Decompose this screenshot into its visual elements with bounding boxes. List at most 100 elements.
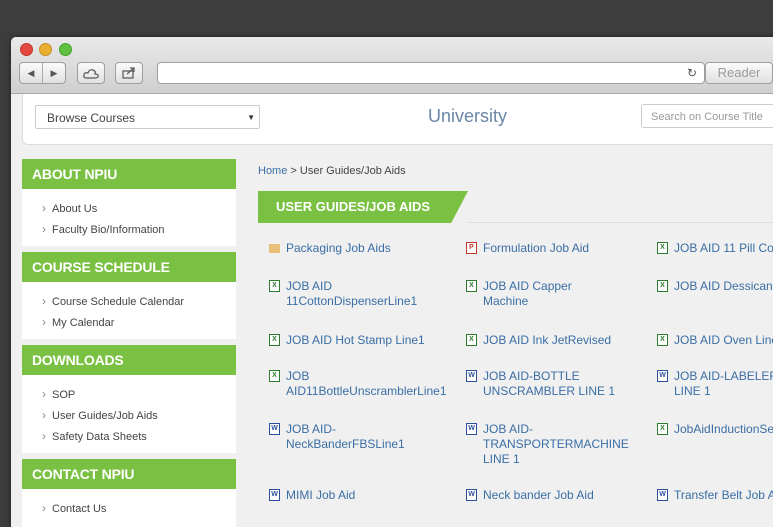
file-link[interactable]: X JOB AID 11CottonDispenserLine1 [269,279,451,309]
sidebar-link[interactable]: Contact Us [42,498,236,520]
xls-file-icon: X [269,334,280,346]
file-link[interactable]: X JOB AID11BottleUnscramblerLine1 [269,369,451,399]
browse-courses-select[interactable]: Browse Courses ▼ [35,105,260,129]
section-divider [468,222,773,223]
share-icon [116,63,142,83]
xls-file-icon: X [657,242,668,254]
close-window-button[interactable] [20,43,33,56]
forward-arrow-icon: ▶ [50,67,58,78]
sidebar-list: Course Schedule CalendarMy Calendar [22,282,236,339]
xls-file-icon: X [269,280,280,292]
site-title: University [428,106,508,126]
doc-file-icon: W [657,489,668,501]
file-link[interactable]: P Formulation Job Aid [466,241,616,256]
sidebar-list: About UsFaculty Bio/Information [22,189,236,246]
file-link[interactable]: X JOB AID Capper Machine [466,279,616,309]
browser-window: ◀ ▶ ↻ Reader Browse Courses ▼ University… [11,37,773,527]
sidebar-link[interactable]: My Calendar [42,312,236,334]
share-button[interactable] [115,62,143,84]
breadcrumb-current: User Guides/Job Aids [299,165,406,177]
zoom-window-button[interactable] [59,43,72,56]
sidebar-heading: CONTACT NPIU [22,459,236,489]
file-label: JOB AID11BottleUnscramblerLine1 [286,369,447,398]
file-label: JOB AID Hot Stamp Line1 [286,333,425,347]
course-search-input[interactable]: Search on Course Title [641,104,773,128]
file-link[interactable]: X JobAidInductionSealer [657,422,773,437]
file-label: Neck bander Job Aid [483,488,594,502]
file-label: JobAidInductionSealer [674,422,773,436]
sidebar-heading: COURSE SCHEDULE [22,252,236,282]
back-forward-group: ◀ ▶ [19,62,66,84]
main-content: Home > User Guides/Job Aids USER GUIDES/… [258,159,773,527]
file-link[interactable]: W Neck bander Job Aid [466,488,616,503]
file-link[interactable]: X JOB AID Dessicant [657,279,773,294]
sidebar-link[interactable]: About Us [42,198,236,220]
xls-file-icon: X [466,280,477,292]
cloud-icon [78,63,104,83]
sidebar-heading: DOWNLOADS [22,345,236,375]
file-label: JOB AID Ink JetRevised [483,333,612,347]
file-link[interactable]: X JOB AID 11 Pill Count [657,241,773,256]
browse-courses-label: Browse Courses [47,111,136,125]
file-link[interactable]: X JOB AID Hot Stamp Line1 [269,333,451,348]
file-label: JOB AID Dessicant [674,279,773,293]
sidebar-link[interactable]: User Guides/Job Aids [42,405,236,427]
minimize-window-button[interactable] [39,43,52,56]
file-label: Formulation Job Aid [483,241,590,255]
file-link[interactable]: X JOB AID Oven Line1 [657,333,773,348]
file-link[interactable]: Packaging Job Aids [269,241,451,256]
sidebar-link[interactable]: SOP [42,384,236,406]
file-link[interactable]: W JOB AID-TRANSPORTERMACHINE LINE 1 [466,422,629,467]
forward-button[interactable]: ▶ [42,63,65,83]
xls-file-icon: X [657,334,668,346]
file-label: JOB AID Capper Machine [483,279,572,308]
sidebar-link[interactable]: Faculty Bio/Information [42,219,236,241]
site-header: Browse Courses ▼ University Search on Co… [22,94,773,145]
doc-file-icon: W [466,423,477,435]
back-button[interactable]: ◀ [20,63,42,83]
reload-icon[interactable]: ↻ [687,66,697,80]
icloud-tabs-button[interactable] [77,62,105,84]
doc-file-icon: W [466,370,477,382]
back-arrow-icon: ◀ [27,67,35,78]
file-link[interactable]: W Transfer Belt Job Aid [657,488,773,503]
file-label: Transfer Belt Job Aid [674,488,773,502]
doc-file-icon: W [466,489,477,501]
file-link[interactable]: W JOB AID-BOTTLE UNSCRAMBLER LINE 1 [466,369,616,399]
xls-file-icon: X [657,280,668,292]
pdf-file-icon: P [466,242,477,254]
section-title: USER GUIDES/JOB AIDS [276,199,431,214]
address-bar[interactable]: ↻ [157,62,705,84]
xls-file-icon: X [657,423,668,435]
file-label: JOB AID-TRANSPORTERMACHINE LINE 1 [483,422,629,466]
folder-file-icon [269,244,280,253]
file-label: JOB AID Oven Line1 [674,333,773,347]
sidebar: ABOUT NPIUAbout UsFaculty Bio/Informatio… [22,159,236,527]
file-label: MIMI Job Aid [286,488,356,502]
breadcrumb-separator: > [287,165,300,177]
file-link[interactable]: W JOB AID-LABELER MACHINE LINE 1 [657,369,773,399]
breadcrumb-home-link[interactable]: Home [258,165,287,177]
file-label: JOB AID-NeckBanderFBSLine1 [286,422,405,451]
browser-toolbar: ◀ ▶ ↻ Reader [11,37,773,94]
file-link[interactable]: W JOB AID-NeckBanderFBSLine1 [269,422,451,452]
section-header: USER GUIDES/JOB AIDS [258,191,468,223]
dropdown-caret-icon: ▼ [247,113,255,122]
sidebar-heading: ABOUT NPIU [22,159,236,189]
reader-button[interactable]: Reader [705,62,773,84]
doc-file-icon: W [657,370,668,382]
web-page: Browse Courses ▼ University Search on Co… [11,94,773,527]
xls-file-icon: X [466,334,477,346]
xls-file-icon: X [269,370,280,382]
doc-file-icon: W [269,423,280,435]
breadcrumb: Home > User Guides/Job Aids [258,165,406,177]
file-label: JOB AID 11CottonDispenserLine1 [286,279,418,308]
sidebar-list: SOPUser Guides/Job AidsSafety Data Sheet… [22,375,236,453]
doc-file-icon: W [269,489,280,501]
file-link[interactable]: X JOB AID Ink JetRevised [466,333,616,348]
file-label: JOB AID 11 Pill Count [674,241,773,255]
file-link[interactable]: W MIMI Job Aid [269,488,451,503]
sidebar-link[interactable]: Course Schedule Calendar [42,291,236,313]
sidebar-link[interactable]: Safety Data Sheets [42,426,236,448]
file-label: JOB AID-BOTTLE UNSCRAMBLER LINE 1 [483,369,616,398]
